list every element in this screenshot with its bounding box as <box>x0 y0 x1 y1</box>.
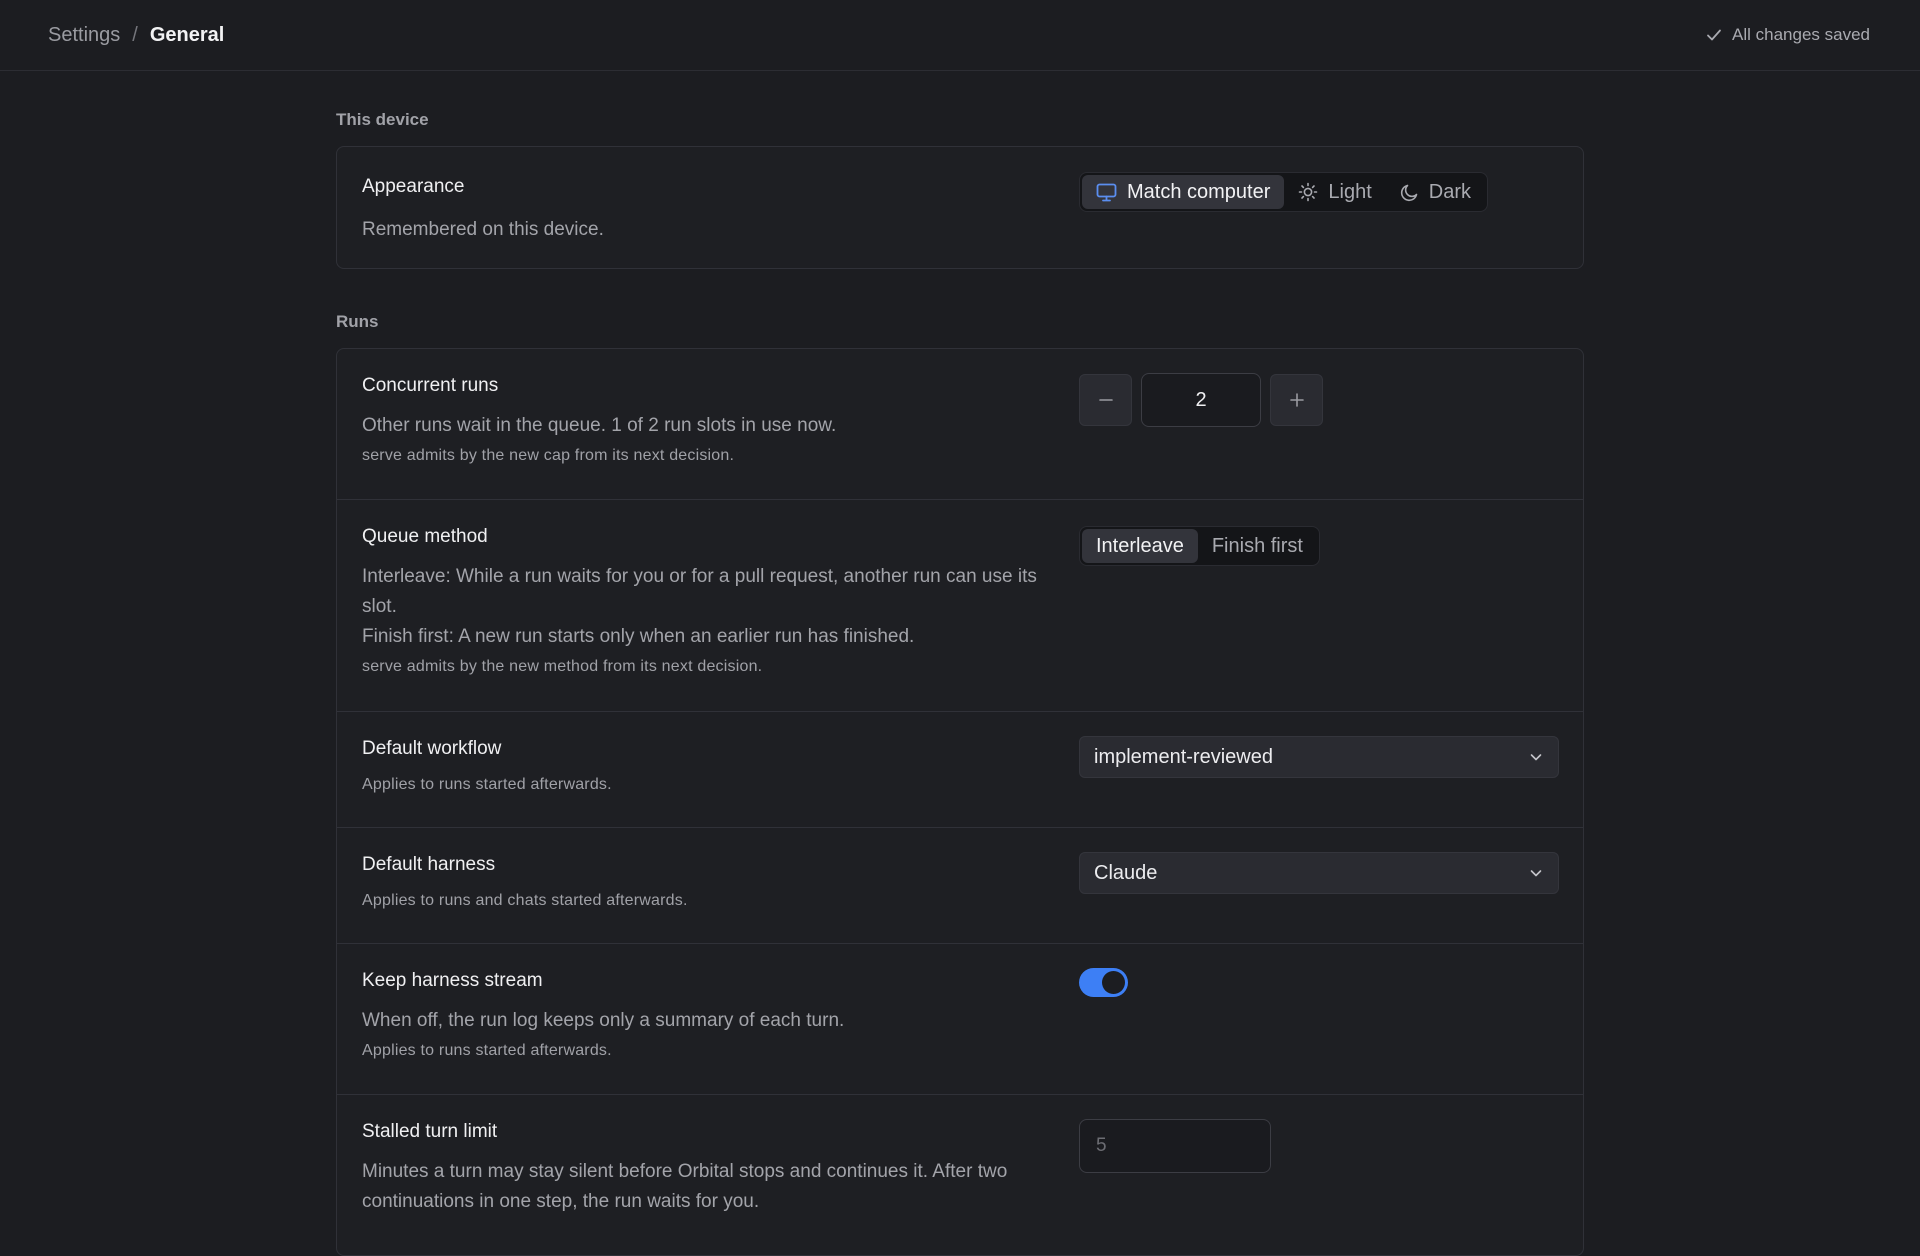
queue-method-segmented: Interleave Finish first <box>1079 526 1320 566</box>
page-title: General <box>149 23 225 46</box>
default-workflow-row: Default workflow Applies to runs started… <box>337 712 1583 828</box>
queue-option-interleave[interactable]: Interleave <box>1082 529 1198 563</box>
queue-method-note: serve admits by the new method from its … <box>362 658 763 675</box>
save-status-text: All changes saved <box>1732 25 1870 44</box>
monitor-icon <box>1096 183 1117 201</box>
concurrent-runs-description: Other runs wait in the queue. 1 of 2 run… <box>362 415 837 436</box>
default-workflow-control: implement-reviewed <box>1079 736 1559 778</box>
concurrent-runs-title: Concurrent runs <box>362 375 499 396</box>
stalled-turn-limit-field <box>1079 1119 1271 1173</box>
save-status: All changes saved <box>1705 25 1870 45</box>
stalled-turn-limit-title: Stalled turn limit <box>362 1121 498 1142</box>
plus-icon <box>1289 393 1304 407</box>
keep-harness-stream-control <box>1079 968 1128 997</box>
queue-option-finish-first[interactable]: Finish first <box>1198 529 1317 563</box>
stalled-turn-limit-control <box>1079 1119 1271 1173</box>
concurrent-runs-stepper: 2 <box>1079 373 1323 427</box>
stalled-turn-limit-description: Minutes a turn may stay silent before Or… <box>362 1161 1008 1212</box>
appearance-description: Remembered on this device. <box>362 219 604 240</box>
queue-method-control: Interleave Finish first <box>1079 526 1320 566</box>
queue-method-row: Queue method Interleave: While a run wai… <box>337 500 1583 712</box>
toggle-knob <box>1102 971 1125 994</box>
increment-button[interactable] <box>1270 374 1323 426</box>
default-harness-row: Default harness Applies to runs and chat… <box>337 828 1583 944</box>
minus-icon <box>1098 399 1113 401</box>
default-harness-control: Claude <box>1079 852 1559 894</box>
default-workflow-value: implement-reviewed <box>1094 745 1273 768</box>
chevron-down-icon <box>1530 754 1542 761</box>
appearance-option-dark[interactable]: Dark <box>1386 175 1485 209</box>
breadcrumb-separator: / <box>132 23 138 46</box>
device-card: Appearance Remembered on this device. Ma… <box>336 146 1584 269</box>
keep-harness-stream-row: Keep harness stream When off, the run lo… <box>337 944 1583 1095</box>
stalled-turn-limit-row: Stalled turn limit Minutes a turn may st… <box>337 1095 1583 1255</box>
runs-card: Concurrent runs Other runs wait in the q… <box>336 348 1584 1256</box>
concurrent-runs-note: serve admits by the new cap from its nex… <box>362 447 735 464</box>
decrement-button[interactable] <box>1079 374 1132 426</box>
appearance-option-light[interactable]: Light <box>1284 175 1385 209</box>
queue-method-description-finish-first: Finish first: A new run starts only when… <box>362 626 915 647</box>
breadcrumb: Settings / General <box>48 24 224 47</box>
appearance-option-match-computer[interactable]: Match computer <box>1082 175 1285 209</box>
concurrent-runs-value[interactable]: 2 <box>1141 373 1261 427</box>
keep-harness-stream-title: Keep harness stream <box>362 970 543 991</box>
sun-icon <box>1299 182 1318 202</box>
chevron-down-icon <box>1530 870 1542 877</box>
appearance-row: Appearance Remembered on this device. Ma… <box>337 147 1583 268</box>
breadcrumb-settings-link[interactable]: Settings <box>48 24 120 47</box>
concurrent-runs-row: Concurrent runs Other runs wait in the q… <box>337 349 1583 500</box>
default-harness-value: Claude <box>1094 861 1158 884</box>
default-workflow-select[interactable]: implement-reviewed <box>1079 736 1559 778</box>
top-bar: Settings / General All changes saved <box>0 0 1920 71</box>
check-icon <box>1707 29 1721 41</box>
queue-method-description-interleave: Interleave: While a run waits for you or… <box>362 566 1037 617</box>
settings-content: This device Appearance Remembered on thi… <box>336 71 1584 1256</box>
queue-method-title: Queue method <box>362 526 488 547</box>
keep-harness-stream-description: When off, the run log keeps only a summa… <box>362 1010 845 1031</box>
appearance-control: Match computer Light Dark <box>1079 172 1488 212</box>
section-label-runs: Runs <box>336 312 379 331</box>
keep-harness-stream-note: Applies to runs started afterwards. <box>362 1042 612 1059</box>
appearance-segmented: Match computer Light Dark <box>1079 172 1488 212</box>
default-harness-select[interactable]: Claude <box>1079 852 1559 894</box>
moon-icon <box>1400 184 1418 201</box>
section-label-device: This device <box>336 110 429 129</box>
keep-harness-stream-toggle[interactable] <box>1079 968 1128 997</box>
stalled-turn-limit-input[interactable] <box>1096 1135 1254 1157</box>
